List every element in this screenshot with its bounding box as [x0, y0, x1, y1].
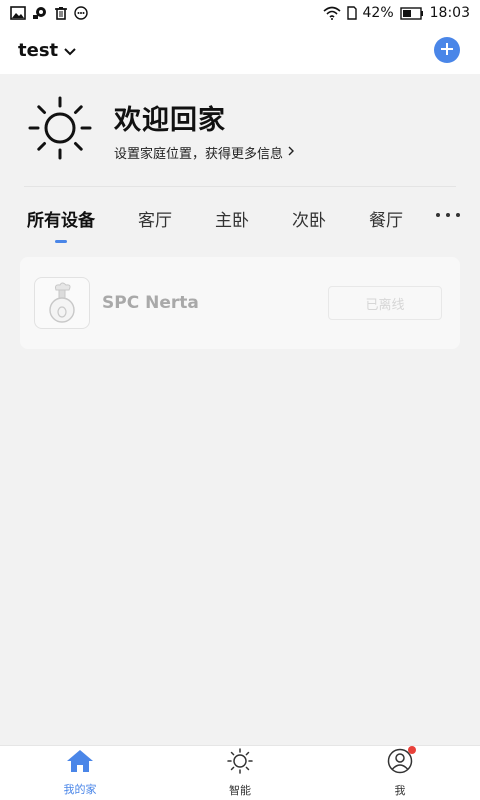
tab-all-devices[interactable]: 所有设备: [27, 206, 95, 243]
more-icon[interactable]: [436, 206, 460, 224]
home-selector[interactable]: test: [18, 40, 76, 61]
nav-smart[interactable]: 智能: [180, 748, 300, 798]
tab-master-bedroom[interactable]: 主卧: [215, 206, 249, 231]
tab-dining-room[interactable]: 餐厅: [369, 206, 403, 231]
tab-label: 所有设备: [27, 210, 95, 231]
status-right: 42% 18:03: [322, 5, 470, 21]
image-icon: [10, 6, 26, 20]
chat-icon: [74, 6, 88, 20]
chevron-down-icon: [64, 41, 76, 60]
header: test: [0, 26, 480, 74]
chevron-right-icon: [287, 145, 295, 160]
tab-second-bedroom[interactable]: 次卧: [292, 206, 326, 231]
status-bar: 42% 18:03: [0, 0, 480, 26]
battery-icon: [399, 6, 424, 20]
sun-icon: [28, 96, 92, 164]
welcome-subtitle: 设置家庭位置，获得更多信息: [114, 147, 284, 162]
cast-icon: [32, 6, 48, 20]
tab-indicator: [55, 239, 67, 243]
tab-label: 餐厅: [369, 210, 403, 231]
welcome-title: 欢迎回家: [114, 105, 226, 136]
nav-label: 我: [394, 784, 406, 797]
status-badge: 已离线: [328, 286, 442, 320]
home-icon: [66, 749, 94, 777]
tab-label: 主卧: [215, 210, 249, 231]
status-time: 18:03: [429, 5, 470, 21]
add-button[interactable]: [434, 37, 460, 63]
notification-badge: [408, 746, 416, 754]
welcome-banner: 欢迎回家 设置家庭位置，获得更多信息: [0, 74, 480, 186]
plus-icon: [440, 41, 454, 60]
home-name: test: [18, 39, 59, 61]
tab-label: 次卧: [292, 210, 326, 231]
trash-icon: [54, 6, 68, 20]
set-location-link[interactable]: 设置家庭位置，获得更多信息: [114, 143, 295, 162]
status-left: [10, 6, 88, 20]
nav-me[interactable]: 我: [340, 746, 460, 798]
wifi-icon: [322, 6, 341, 20]
humidifier-icon: [34, 277, 90, 329]
tab-living-room[interactable]: 客厅: [138, 206, 172, 231]
battery-percent: 42%: [362, 5, 394, 21]
tab-label: 客厅: [138, 210, 172, 231]
room-tabs: 所有设备 客厅 主卧 次卧 餐厅: [0, 196, 480, 243]
nav-label: 我的家: [63, 783, 97, 796]
welcome-text: 欢迎回家 设置家庭位置，获得更多信息: [114, 98, 295, 162]
sun-icon: [227, 748, 253, 778]
sim-icon: [346, 6, 357, 20]
device-card[interactable]: SPC Nerta 已离线: [20, 257, 460, 349]
nav-my-home[interactable]: 我的家: [20, 749, 140, 797]
nav-label: 智能: [229, 784, 251, 797]
device-name: SPC Nerta: [102, 293, 199, 313]
bottom-nav: 我的家 智能 我: [0, 745, 480, 800]
divider: [24, 186, 456, 187]
